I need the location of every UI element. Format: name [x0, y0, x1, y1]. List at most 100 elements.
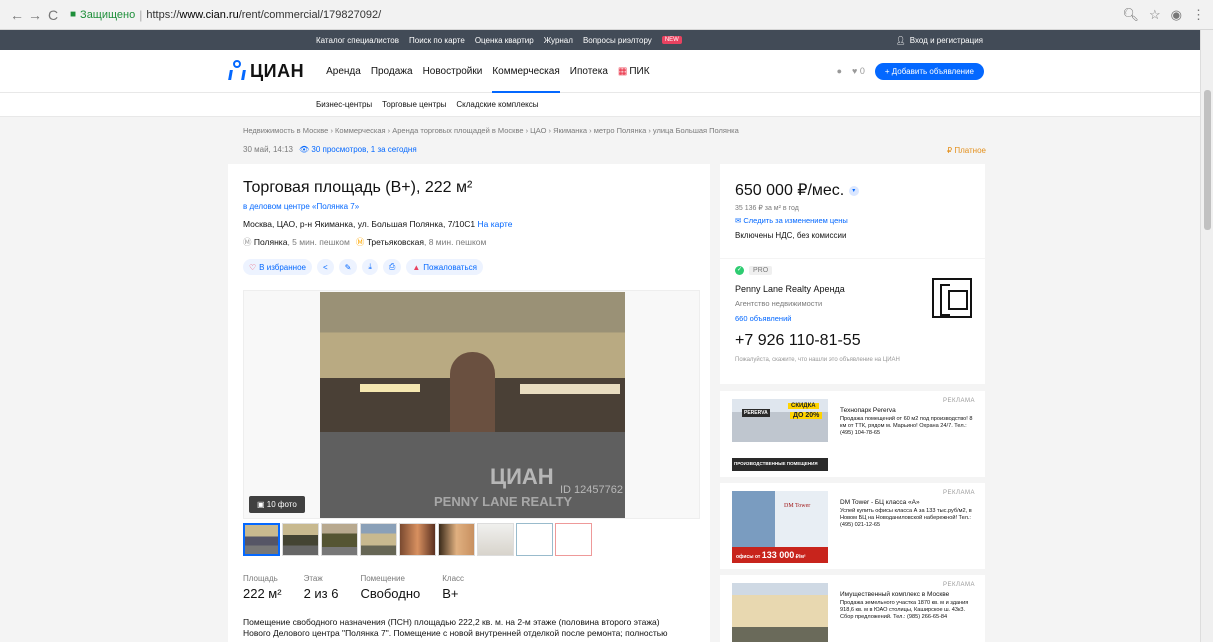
- metro-icon: Ⓜ: [243, 237, 252, 247]
- ad-text: Успей купить офисы класса А за 133 тыс.р…: [840, 508, 972, 528]
- logo-icon: [228, 60, 246, 82]
- fact-label: Помещение: [360, 574, 405, 583]
- top-link-valuation[interactable]: Оценка квартир: [475, 36, 534, 45]
- subnav-warehouses[interactable]: Складские комплексы: [456, 100, 538, 109]
- ad-caption: ПРОИЗВОДСТВЕННЫЕ ПОМЕЩЕНИЯ: [734, 461, 818, 466]
- nav-mortgage[interactable]: Ипотека: [570, 50, 608, 93]
- edit-button[interactable]: ✎: [338, 259, 358, 275]
- thumbnail[interactable]: [282, 523, 319, 556]
- browser-toolbar: ← → C ■ Защищено | https://www.cian.ru/r…: [0, 0, 1213, 30]
- thumbnail[interactable]: [555, 523, 592, 556]
- agent-logo[interactable]: [932, 278, 972, 318]
- pro-label: PRO: [749, 266, 773, 275]
- views-link[interactable]: 👁︎ 30 просмотров, 1 за сегодня: [299, 145, 417, 154]
- listing-address: Москва, ЦАО, р-н Якиманка, ул. Большая П…: [243, 219, 512, 229]
- nav-pik[interactable]: ▦ ПИК: [618, 50, 650, 93]
- agent-name[interactable]: Penny Lane Realty Аренда: [735, 284, 845, 294]
- favorite-button[interactable]: ♡ В избранное: [243, 259, 312, 275]
- price-per-sqm: 35 136 ₽ за м² в год: [735, 205, 799, 212]
- url-host: www.cian.ru: [179, 8, 239, 21]
- url-separator: |: [139, 7, 143, 22]
- thumbnail[interactable]: [360, 523, 397, 556]
- agent-phone[interactable]: +7 926 110-81-55: [735, 332, 861, 350]
- star-icon[interactable]: ☆: [1149, 7, 1161, 23]
- thumbnail[interactable]: [243, 523, 280, 556]
- ad-image: [732, 583, 828, 642]
- check-icon: ✓: [735, 266, 744, 275]
- menu-icon[interactable]: ⋮: [1192, 7, 1205, 23]
- metro-item[interactable]: Ⓜ Полянка, 5 мин. пешком: [243, 236, 350, 248]
- back-icon[interactable]: ←: [8, 7, 26, 23]
- nav-sale[interactable]: Продажа: [371, 50, 413, 93]
- url-scheme: https://: [146, 8, 180, 21]
- nav-new-buildings[interactable]: Новостройки: [423, 50, 483, 93]
- reload-icon[interactable]: C: [44, 7, 62, 23]
- on-map-link[interactable]: На карте: [478, 219, 513, 229]
- new-badge: NEW: [661, 36, 682, 44]
- address-bar[interactable]: https://www.cian.ru/rent/commercial/1798…: [146, 9, 381, 21]
- fact-label: Площадь: [243, 574, 278, 583]
- thumbnail[interactable]: [516, 523, 553, 556]
- fact-label: Этаж: [303, 574, 323, 583]
- ad-dm-tower[interactable]: РЕКЛАМА DM Tower офисы от 133 000 ₽/м² D…: [720, 483, 985, 569]
- thumbnail[interactable]: [438, 523, 475, 556]
- agent-listings-link[interactable]: 660 объявлений: [735, 314, 791, 323]
- metro-time: 8 мин. пешком: [428, 237, 487, 247]
- forward-icon[interactable]: →: [26, 7, 44, 23]
- download-button[interactable]: ⤓: [362, 259, 378, 275]
- pik-icon: ▦: [617, 65, 628, 77]
- heart-icon: ♥: [852, 66, 858, 76]
- paid-badge: ₽ Платное: [947, 146, 986, 155]
- sub-nav: Бизнес-центры Торговые центры Складские …: [0, 93, 1213, 117]
- metro-item[interactable]: Ⓜ Третьяковская, 8 мин. пешком: [356, 236, 487, 248]
- follow-price-link[interactable]: ✉ Следить за изменением цены: [735, 216, 848, 225]
- chevron-down-icon[interactable]: ▾: [848, 185, 859, 196]
- price-card: 650 000 ₽/мес. ▾ 35 136 ₽ за м² в год ✉ …: [720, 164, 985, 258]
- business-center-link[interactable]: в деловом центре «Полянка 7»: [243, 202, 359, 211]
- login-label: Вход и регистрация: [909, 35, 983, 45]
- photo-gallery[interactable]: ЦИАН PENNY LANE REALTY ID 12457762 ▣ 10 …: [243, 290, 700, 519]
- share-button[interactable]: <: [317, 259, 334, 275]
- thumbnail[interactable]: [399, 523, 436, 556]
- top-link-questions[interactable]: Вопросы риэлтору: [583, 36, 652, 45]
- ad-pererva[interactable]: РЕКЛАМА PERERVA СКИДКА ДО 20% ПРОИЗВОДСТ…: [720, 391, 985, 477]
- profile-icon[interactable]: ◉: [1171, 7, 1182, 23]
- subnav-shopping-centers[interactable]: Торговые центры: [382, 100, 446, 109]
- thumbnail[interactable]: [477, 523, 514, 556]
- nav-rent[interactable]: Аренда: [326, 50, 361, 93]
- ad-label: РЕКЛАМА: [943, 490, 975, 496]
- fact-premises: Помещение Свободно: [360, 574, 420, 601]
- complain-button[interactable]: ▲ Пожаловаться: [406, 259, 483, 275]
- page-scrollbar[interactable]: [1200, 30, 1213, 642]
- favorites[interactable]: ♥ 0: [852, 66, 865, 76]
- nav-commercial[interactable]: Коммерческая: [492, 50, 561, 93]
- breadcrumb[interactable]: Недвижимость в Москве › Коммерческая › А…: [243, 126, 739, 135]
- add-listing-button[interactable]: + Добавить объявление: [874, 62, 984, 80]
- site-logo[interactable]: ЦИАН: [228, 60, 304, 82]
- metro-icon: Ⓜ: [355, 237, 365, 247]
- login-link[interactable]: 👤︎ Вход и регистрация: [896, 36, 983, 45]
- top-link-map-search[interactable]: Поиск по карте: [409, 36, 465, 45]
- main-photo[interactable]: ЦИАН PENNY LANE REALTY ID 12457762: [320, 292, 625, 518]
- photo-sign-left: [360, 384, 420, 392]
- top-link-catalog[interactable]: Каталог специалистов: [316, 36, 399, 45]
- vat-info: Включены НДС, без комиссии: [735, 231, 847, 240]
- metro-time: 5 мин. пешком: [292, 237, 350, 247]
- subnav-business-centers[interactable]: Бизнес-центры: [316, 100, 372, 109]
- secure-label: Защищено: [80, 8, 136, 21]
- browser-actions: 🔍︎ ☆ ◉ ⋮: [1122, 7, 1205, 23]
- user-icon: 👤︎: [895, 35, 906, 45]
- zoom-icon[interactable]: 🔍︎: [1122, 7, 1139, 23]
- listing-meta: 30 май, 14:13 👁︎ 30 просмотров, 1 за сег…: [243, 145, 417, 154]
- photo-arch: [450, 352, 495, 432]
- print-button[interactable]: ⎙: [382, 259, 402, 275]
- top-link-journal[interactable]: Журнал: [544, 36, 573, 45]
- price-value: 650 000 ₽/мес.: [735, 182, 845, 199]
- metro-name: Полянка: [253, 237, 288, 247]
- url-path: /rent/commercial/179827092/: [238, 8, 382, 21]
- photo-count-button[interactable]: ▣ 10 фото: [249, 496, 305, 513]
- thumbnail[interactable]: [321, 523, 358, 556]
- scrollbar-thumb[interactable]: [1204, 90, 1211, 230]
- chat-icon[interactable]: ●: [837, 66, 842, 76]
- ad-complex[interactable]: РЕКЛАМА Имущественный комплекс в Москве …: [720, 575, 985, 642]
